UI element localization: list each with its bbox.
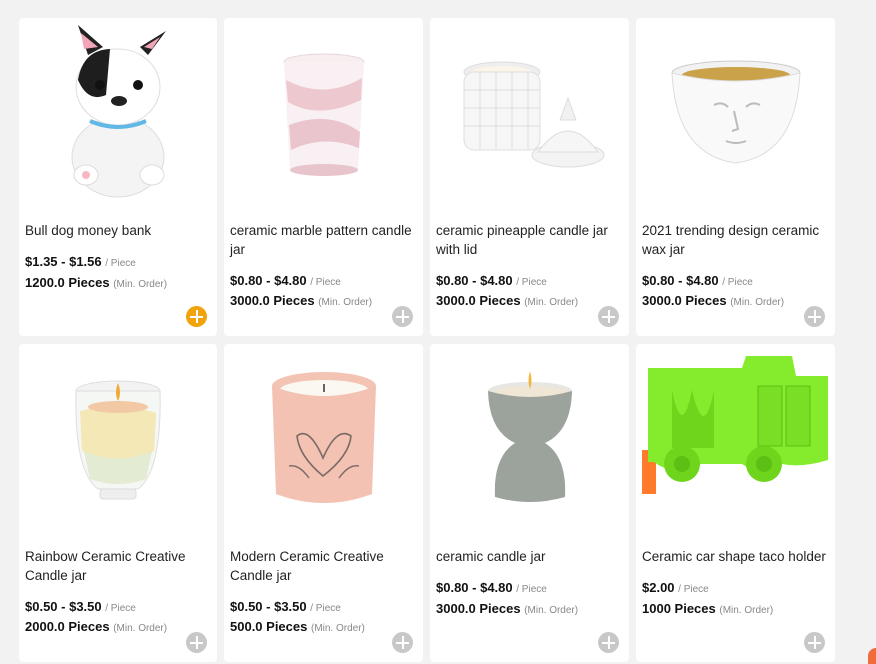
product-title[interactable]: 2021 trending design ceramic wax jar (642, 221, 827, 259)
product-title[interactable]: Rainbow Ceramic Creative Candle jar (25, 547, 209, 585)
price-value: $1.35 - $1.56 (25, 254, 102, 269)
min-order-quantity: 3000.0 Pieces (642, 293, 727, 308)
price-range: $0.80 - $4.80 / Piece (230, 273, 341, 288)
min-order-label: (Min. Order) (310, 623, 365, 634)
add-to-list-button[interactable] (186, 306, 207, 327)
add-to-list-button[interactable] (598, 632, 619, 653)
min-order: 3000.0 Pieces (Min. Order) (436, 601, 578, 616)
min-order-label: (Min. Order) (730, 297, 785, 308)
product-card[interactable]: 2021 trending design ceramic wax jar $0.… (636, 18, 835, 336)
price-value: $0.80 - $4.80 (436, 580, 513, 595)
price-range: $0.50 - $3.50 / Piece (25, 599, 136, 614)
price-value: $0.80 - $4.80 (642, 273, 719, 288)
min-order-quantity: 2000.0 Pieces (25, 619, 110, 634)
product-card[interactable]: Bull dog money bank $1.35 - $1.56 / Piec… (19, 18, 217, 336)
price-unit: / Piece (105, 603, 136, 614)
price-unit: / Piece (516, 277, 547, 288)
price-range: $0.80 - $4.80 / Piece (436, 273, 547, 288)
price-unit: / Piece (310, 603, 341, 614)
add-to-list-button[interactable] (804, 632, 825, 653)
product-card[interactable]: ceramic pineapple candle jar with lid $0… (430, 18, 629, 336)
min-order-quantity: 500.0 Pieces (230, 619, 308, 634)
min-order-label: (Min. Order) (113, 623, 168, 634)
min-order-quantity: 3000.0 Pieces (436, 601, 521, 616)
price-range: $0.80 - $4.80 / Piece (642, 273, 753, 288)
add-to-list-button[interactable] (186, 632, 207, 653)
product-card[interactable]: ceramic candle jar $0.80 - $4.80 / Piece… (430, 344, 629, 662)
min-order-label: (Min. Order) (719, 605, 774, 616)
price-value: $0.80 - $4.80 (436, 273, 513, 288)
price-range: $1.35 - $1.56 / Piece (25, 254, 136, 269)
price-unit: / Piece (722, 277, 753, 288)
min-order-quantity: 3000.0 Pieces (230, 293, 315, 308)
price-value: $0.50 - $3.50 (25, 599, 102, 614)
product-title[interactable]: Bull dog money bank (25, 221, 209, 240)
price-unit: / Piece (105, 258, 136, 269)
product-image-marble-candle-jar[interactable] (230, 24, 417, 206)
product-card[interactable]: ceramic marble pattern candle jar $0.80 … (224, 18, 423, 336)
product-image-face-wax-jar[interactable] (642, 24, 829, 206)
min-order-quantity: 1200.0 Pieces (25, 275, 110, 290)
product-title[interactable]: Modern Ceramic Creative Candle jar (230, 547, 415, 585)
min-order: 3000.0 Pieces (Min. Order) (436, 293, 578, 308)
product-title[interactable]: ceramic marble pattern candle jar (230, 221, 415, 259)
add-to-list-button[interactable] (598, 306, 619, 327)
min-order: 1200.0 Pieces (Min. Order) (25, 275, 167, 290)
min-order-quantity: 1000 Pieces (642, 601, 716, 616)
product-image-car-taco-holder[interactable] (642, 350, 829, 532)
product-image-rainbow-candle-jar[interactable] (25, 350, 211, 532)
price-value: $2.00 (642, 580, 675, 595)
product-image-bulldog-bank[interactable] (25, 24, 211, 206)
min-order: 2000.0 Pieces (Min. Order) (25, 619, 167, 634)
price-unit: / Piece (310, 277, 341, 288)
min-order: 3000.0 Pieces (Min. Order) (230, 293, 372, 308)
min-order: 500.0 Pieces (Min. Order) (230, 619, 365, 634)
product-card[interactable]: Modern Ceramic Creative Candle jar $0.50… (224, 344, 423, 662)
min-order-label: (Min. Order) (318, 297, 373, 308)
product-card[interactable]: Ceramic car shape taco holder $2.00 / Pi… (636, 344, 835, 662)
add-to-list-button[interactable] (392, 306, 413, 327)
price-range: $2.00 / Piece (642, 580, 709, 595)
add-to-list-button[interactable] (392, 632, 413, 653)
min-order: 3000.0 Pieces (Min. Order) (642, 293, 784, 308)
min-order-quantity: 3000.0 Pieces (436, 293, 521, 308)
product-grid: Bull dog money bank $1.35 - $1.56 / Piec… (19, 18, 835, 662)
min-order-label: (Min. Order) (113, 279, 168, 290)
price-unit: / Piece (516, 584, 547, 595)
product-title[interactable]: Ceramic car shape taco holder (642, 547, 827, 566)
product-title[interactable]: ceramic pineapple candle jar with lid (436, 221, 621, 259)
product-image-gray-candle-jar[interactable] (436, 350, 623, 532)
min-order-label: (Min. Order) (524, 605, 579, 616)
price-range: $0.50 - $3.50 / Piece (230, 599, 341, 614)
price-range: $0.80 - $4.80 / Piece (436, 580, 547, 595)
price-value: $0.50 - $3.50 (230, 599, 307, 614)
product-image-heart-hands-candle-jar[interactable] (230, 350, 417, 532)
price-value: $0.80 - $4.80 (230, 273, 307, 288)
min-order-label: (Min. Order) (524, 297, 579, 308)
add-to-list-button[interactable] (804, 306, 825, 327)
product-card[interactable]: Rainbow Ceramic Creative Candle jar $0.5… (19, 344, 217, 662)
product-title[interactable]: ceramic candle jar (436, 547, 621, 566)
scroll-edge-indicator (868, 648, 876, 664)
min-order: 1000 Pieces (Min. Order) (642, 601, 773, 616)
price-unit: / Piece (678, 584, 709, 595)
product-image-pineapple-candle-jar[interactable] (436, 24, 623, 206)
